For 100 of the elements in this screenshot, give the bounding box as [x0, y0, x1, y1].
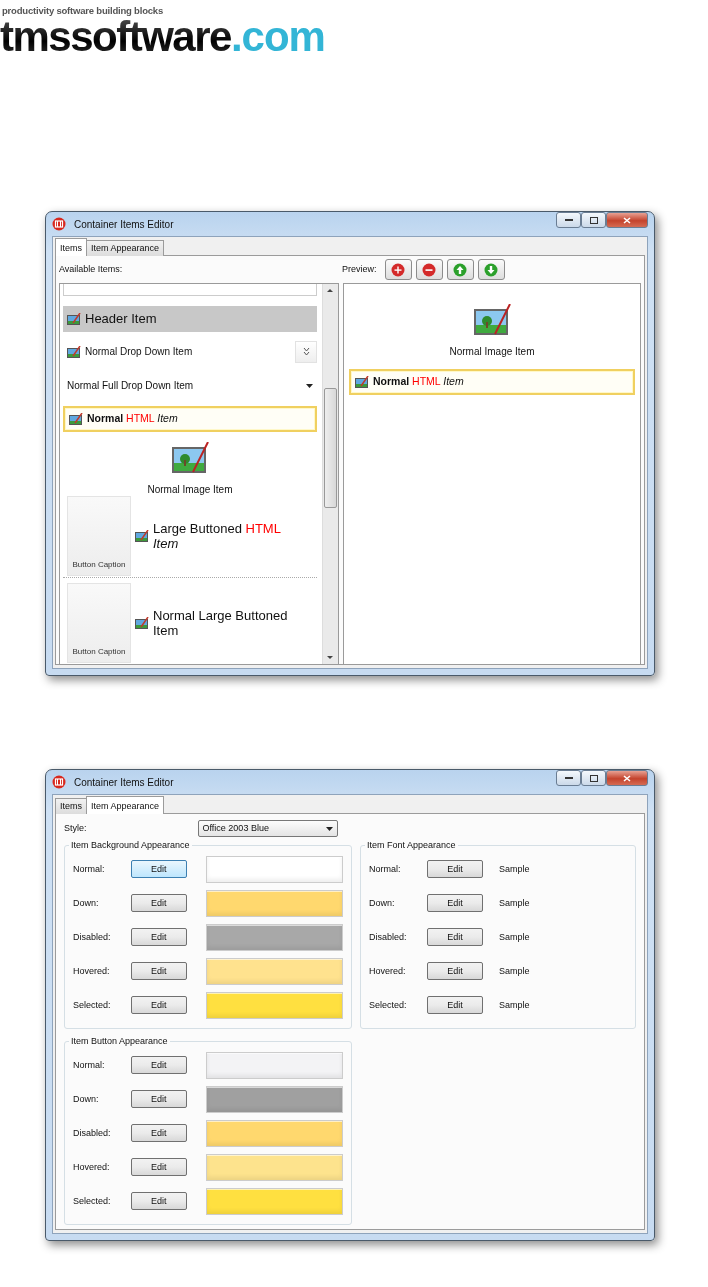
- edit-button[interactable]: Edit: [130, 1124, 187, 1143]
- tab[interactable]: Item Appearance: [86, 796, 165, 815]
- item-label: Large Buttoned HTML Item: [153, 520, 282, 551]
- scrollbar[interactable]: [322, 284, 338, 665]
- minimize-button[interactable]: [556, 770, 581, 787]
- move-up-button[interactable]: [446, 259, 474, 281]
- edit-button[interactable]: Edit: [427, 962, 483, 981]
- minimize-button[interactable]: [556, 212, 581, 229]
- item-label: Normal Large Buttoned Item: [153, 608, 289, 638]
- edit-button[interactable]: Edit: [130, 1056, 187, 1075]
- move-down-button[interactable]: [477, 259, 505, 281]
- edit-button[interactable]: Edit: [427, 860, 483, 879]
- expand-button[interactable]: [295, 340, 317, 363]
- large-button-item[interactable]: Button Caption Normal Large Buttoned Item: [63, 576, 317, 659]
- group-title: Item Button Appearance: [70, 1037, 169, 1047]
- style-label: Style:: [64, 822, 87, 835]
- picture-icon: [135, 529, 149, 542]
- item-label: Header Item: [85, 310, 157, 329]
- maximize-button[interactable]: [581, 212, 606, 229]
- section-label: Preview:: [342, 263, 377, 276]
- edit-button[interactable]: Edit: [130, 860, 187, 879]
- tab[interactable]: Items: [55, 238, 87, 257]
- tab[interactable]: Item Appearance: [86, 240, 165, 257]
- item-label: Normal Image Item: [449, 345, 535, 360]
- row-label: Disabled:: [369, 930, 408, 944]
- caret-icon: [325, 826, 333, 831]
- tab[interactable]: Items: [55, 798, 87, 815]
- down-arrow-icon: [484, 262, 498, 277]
- picture-icon: [69, 412, 83, 425]
- add-button[interactable]: [384, 259, 412, 281]
- row-label: Normal:: [73, 862, 106, 876]
- picture-icon: [473, 304, 511, 337]
- minimize-icon: [564, 218, 573, 222]
- image-item[interactable]: Normal Image Item: [349, 300, 635, 364]
- edit-button[interactable]: Edit: [427, 894, 483, 913]
- row-label: Selected:: [73, 998, 112, 1012]
- style-dropdown[interactable]: Office 2003 Blue: [197, 820, 338, 838]
- font-sample: Sample: [499, 930, 530, 944]
- row-label: Normal:: [369, 862, 402, 876]
- large-button[interactable]: Button Caption: [67, 583, 131, 663]
- html-item[interactable]: Normal HTML Item: [349, 369, 635, 396]
- item-label: Normal Image Item: [147, 482, 233, 497]
- picture-icon: [135, 617, 149, 629]
- window-title: Container Items Editor: [74, 217, 175, 232]
- edit-button[interactable]: Edit: [130, 928, 187, 947]
- picture-icon: [355, 376, 369, 389]
- edit-button[interactable]: Edit: [130, 894, 187, 913]
- row-label: Down:: [369, 896, 396, 910]
- close-icon: [623, 774, 631, 782]
- plus-icon: [391, 262, 405, 277]
- item-label: Normal Drop Down Item: [85, 345, 194, 360]
- chevron-icon: [302, 347, 310, 357]
- item-label: Normal Full Drop Down Item: [67, 379, 195, 394]
- edit-button[interactable]: Edit: [130, 962, 187, 981]
- app-icon: [52, 217, 66, 232]
- font-sample: Sample: [499, 896, 530, 910]
- row-label: Disabled:: [73, 1126, 112, 1140]
- edit-button[interactable]: Edit: [427, 996, 483, 1015]
- scrollbar-thumb[interactable]: [324, 388, 337, 509]
- item-label: Normal HTML Item: [87, 410, 178, 426]
- row-label: Normal:: [73, 1058, 106, 1072]
- caret-icon: [306, 383, 313, 388]
- picture-icon: [171, 441, 209, 474]
- row-label: Selected:: [369, 998, 408, 1012]
- close-icon: [623, 216, 631, 224]
- minimize-icon: [564, 776, 573, 780]
- html-item[interactable]: Normal HTML Item: [63, 405, 317, 432]
- app-icon: [52, 775, 66, 790]
- maximize-icon: [589, 216, 598, 224]
- item-label: Normal HTML Item: [373, 374, 464, 390]
- window-title: Container Items Editor: [74, 775, 175, 790]
- maximize-button[interactable]: [581, 770, 606, 787]
- dropdown-item[interactable]: Normal Full Drop Down Item: [63, 371, 317, 400]
- image-item[interactable]: Normal Image Item: [63, 437, 317, 495]
- row-label: Selected:: [73, 1194, 112, 1208]
- tagline: productivity software building blocks: [1, 4, 164, 18]
- large-button[interactable]: Button Caption: [67, 495, 131, 576]
- edit-button[interactable]: Edit: [130, 1090, 187, 1109]
- picture-icon: [67, 345, 81, 358]
- edit-button[interactable]: Edit: [130, 1192, 187, 1211]
- dropdown-item[interactable]: Normal Drop Down Item: [63, 337, 317, 366]
- edit-button[interactable]: Edit: [130, 996, 187, 1015]
- section-label: Available Items:: [59, 263, 124, 276]
- edit-button[interactable]: Edit: [427, 928, 483, 947]
- minus-icon: [422, 262, 436, 277]
- row-label: Disabled:: [73, 930, 112, 944]
- remove-button[interactable]: [415, 259, 443, 281]
- maximize-icon: [589, 774, 598, 782]
- header-item[interactable]: Header Item: [63, 305, 317, 332]
- font-sample: Sample: [499, 964, 530, 978]
- picture-icon: [67, 312, 81, 325]
- group-title: Item Font Appearance: [366, 841, 457, 851]
- row-label: Hovered:: [73, 964, 111, 978]
- font-sample: Sample: [499, 998, 530, 1012]
- logo-domain: .com: [230, 16, 325, 59]
- row-label: Hovered:: [369, 964, 407, 978]
- row-label: Down:: [73, 896, 100, 910]
- edit-button[interactable]: Edit: [130, 1158, 187, 1177]
- font-sample: Sample: [499, 862, 530, 876]
- group-title: Item Background Appearance: [70, 841, 191, 851]
